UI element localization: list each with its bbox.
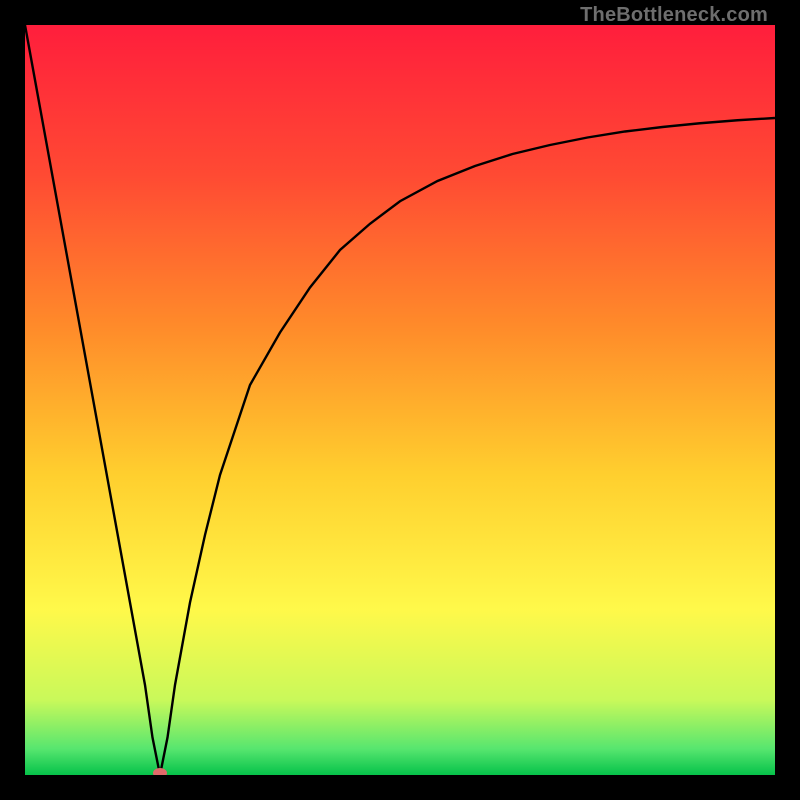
gradient-background xyxy=(25,25,775,775)
watermark-text: TheBottleneck.com xyxy=(580,4,768,27)
bottleneck-plot xyxy=(25,25,775,775)
chart-frame xyxy=(25,25,775,775)
